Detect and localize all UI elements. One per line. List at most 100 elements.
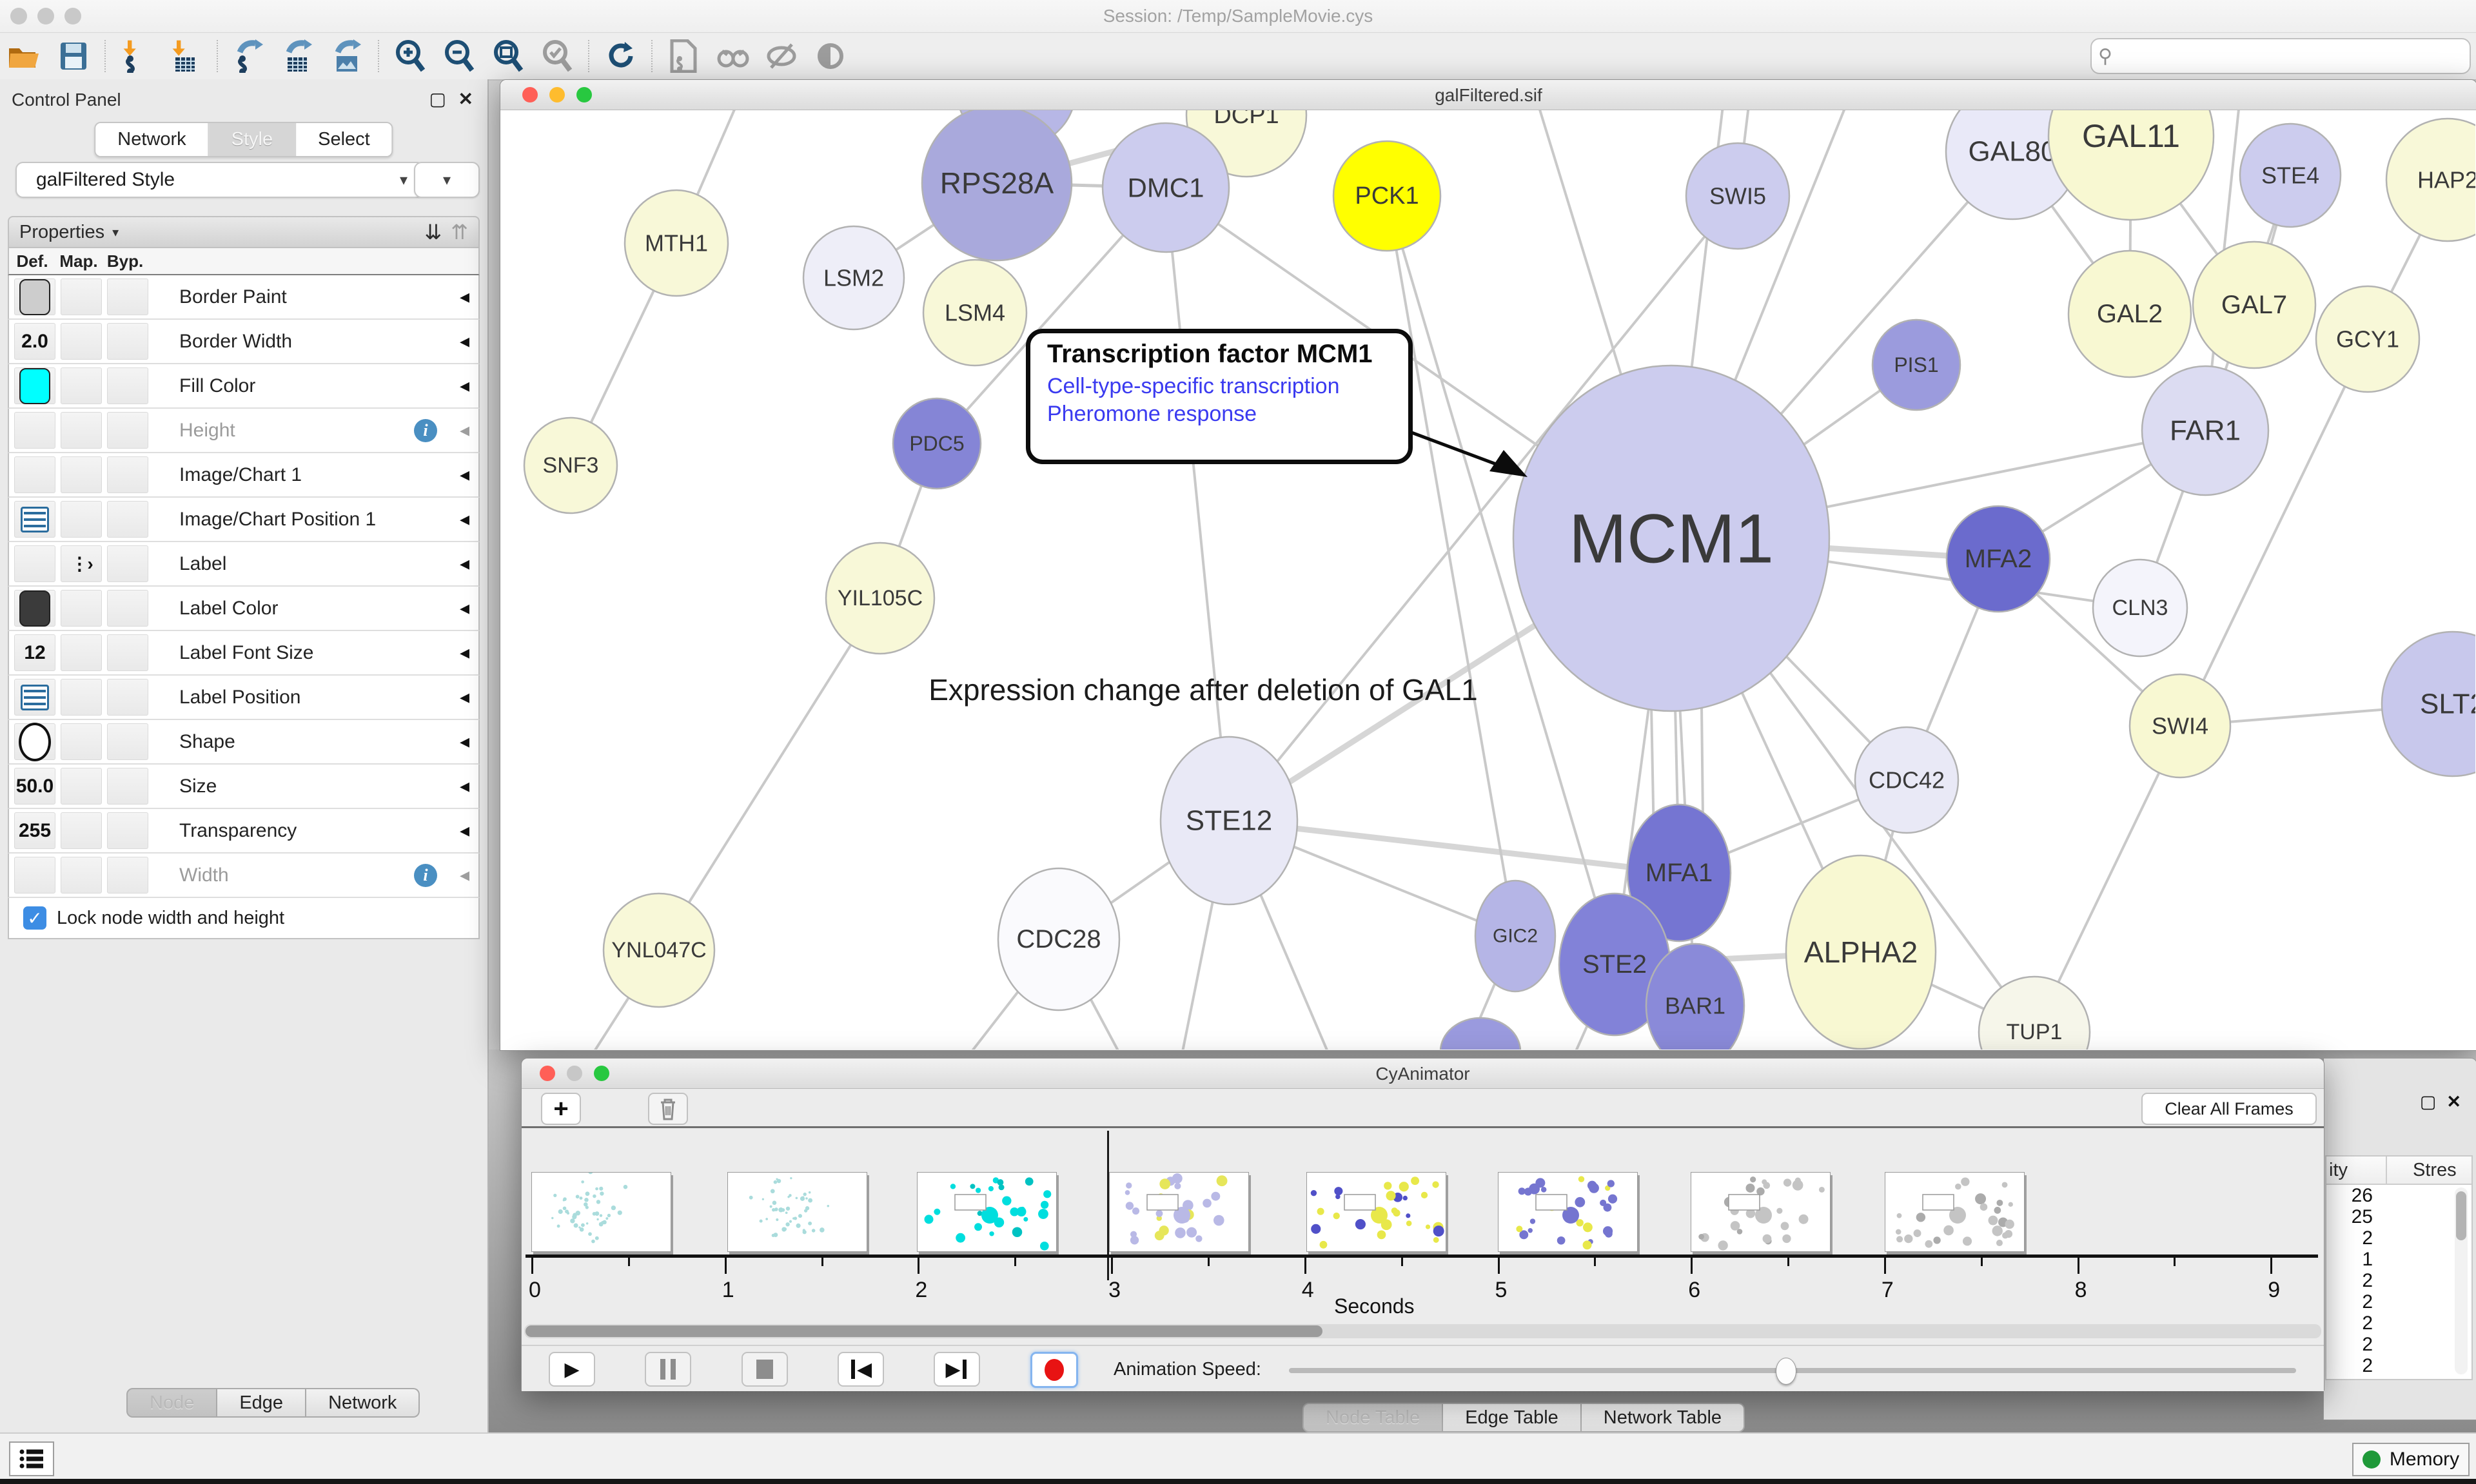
network-node-slt2[interactable]: SLT2 [2382,632,2475,776]
property-row[interactable]: Shape◂ [8,720,480,765]
timeline-frame-7[interactable] [1885,1172,2025,1252]
timeline-scrollbar[interactable] [524,1324,2321,1338]
default-value-cell[interactable] [14,857,55,893]
timeline-playhead[interactable] [1107,1131,1109,1280]
show-graphics-icon[interactable] [814,39,847,73]
property-row[interactable]: Border Paint◂ [8,275,480,320]
network-node-pck1[interactable]: PCK1 [1333,141,1440,251]
timeline-frame-5[interactable] [1498,1172,1638,1252]
tab-edge[interactable]: Edge [217,1388,306,1418]
tab-network[interactable]: Network [306,1388,420,1418]
zoom-out-icon[interactable] [442,39,476,73]
cyanimator-timeline[interactable]: 0123456789 Seconds [522,1128,2324,1322]
default-value-cell[interactable] [14,412,55,449]
open-session-icon[interactable] [8,39,41,73]
timeline-frame-0[interactable] [531,1172,671,1252]
table-scrollbar[interactable] [2455,1187,2468,1374]
network-node-gic2[interactable]: GIC2 [1475,881,1555,991]
network-node-alpha2[interactable]: ALPHA2 [1786,855,1936,1049]
network-node-cln3[interactable]: CLN3 [2093,560,2187,656]
network-window-titlebar[interactable]: galFiltered.sif [500,80,2476,110]
current-style-select[interactable]: galFiltered Style ▾ [15,162,424,198]
mapping-cell[interactable] [61,412,102,449]
mapping-cell[interactable] [61,812,102,849]
bypass-cell[interactable] [107,768,148,805]
network-edge[interactable] [1166,188,1229,821]
network-node-lsm4[interactable]: LSM4 [923,260,1027,366]
tab-style[interactable]: Style [210,123,296,156]
network-node-cdc28[interactable]: CDC28 [998,868,1119,1010]
mapping-cell[interactable]: ⋮› [61,545,102,582]
expand-row-icon[interactable]: ◂ [460,286,469,308]
table-row[interactable]: 2 [2326,1355,2471,1376]
bypass-cell[interactable] [107,679,148,716]
network-node-rps28a[interactable]: RPS28A [922,110,1072,260]
timeline-frame-1[interactable] [727,1172,867,1252]
save-session-icon[interactable] [57,39,90,73]
default-value-cell[interactable] [14,679,55,716]
collapse-all-icon[interactable]: ⇈ [451,220,468,244]
task-history-button[interactable] [9,1441,54,1476]
property-row[interactable]: Label Color◂ [8,587,480,631]
bypass-cell[interactable] [107,456,148,493]
timeline-frame-3[interactable] [1109,1172,1249,1252]
property-row[interactable]: 12Label Font Size◂ [8,631,480,676]
network-node-tup1[interactable]: TUP1 [1979,977,2090,1050]
network-node-swi4[interactable]: SWI4 [2130,674,2230,777]
scrollbar-thumb[interactable] [526,1325,1322,1337]
export-table-icon[interactable] [281,39,315,73]
tab-node[interactable]: Node [126,1388,217,1418]
bypass-cell[interactable] [107,323,148,360]
export-network-icon[interactable] [232,39,266,73]
import-table-icon[interactable] [169,39,202,73]
network-node-swi5[interactable]: SWI5 [1686,143,1789,249]
tab-select[interactable]: Select [296,123,392,156]
mapping-cell[interactable] [61,857,102,893]
bypass-cell[interactable] [107,501,148,538]
memory-button[interactable]: Memory [2352,1443,2470,1476]
network-node-ste12[interactable]: STE12 [1161,737,1297,904]
style-options-button[interactable]: ▾ [414,162,480,198]
expand-row-icon[interactable]: ◂ [460,419,469,442]
property-row[interactable]: Heighti◂ [8,409,480,453]
info-icon[interactable]: i [414,864,437,887]
network-node-yil105c[interactable]: YIL105C [826,543,934,654]
record-button[interactable] [1030,1352,1078,1388]
table-column-header[interactable]: Stres [2387,1160,2457,1181]
network-node-mth1[interactable]: MTH1 [625,190,728,296]
bypass-cell[interactable] [107,723,148,760]
property-row[interactable]: 255Transparency◂ [8,809,480,854]
default-value-cell[interactable] [14,367,55,404]
go-to-start-button[interactable]: ▶ [838,1352,884,1387]
expand-row-icon[interactable]: ◂ [460,864,469,886]
property-row[interactable]: ⋮›Label◂ [8,542,480,587]
bypass-cell[interactable] [107,278,148,315]
network-canvas[interactable]: DCP1RPS28ADMC1PCK1SWI5GAL80GAL11STE4HAP2… [500,110,2475,1050]
zoom-selected-icon[interactable] [540,39,574,73]
mapping-cell[interactable] [61,634,102,671]
slider-handle[interactable] [1776,1358,1796,1385]
network-node-snf3[interactable]: SNF3 [524,418,617,513]
close-panel-icon[interactable]: ✕ [2446,1092,2461,1112]
network-node-gal2[interactable]: GAL2 [2068,251,2191,377]
bypass-cell[interactable] [107,412,148,449]
default-value-cell[interactable] [14,545,55,582]
expand-row-icon[interactable]: ◂ [460,508,469,531]
expand-row-icon[interactable]: ◂ [460,597,469,620]
network-node-pdc5[interactable]: PDC5 [893,398,981,489]
network-node-gal7[interactable]: GAL7 [2193,242,2315,368]
bypass-cell[interactable] [107,367,148,404]
expand-row-icon[interactable]: ◂ [460,775,469,797]
mapping-cell[interactable] [61,723,102,760]
search-input[interactable]: ⚲ [2090,38,2471,74]
default-value-cell[interactable] [14,723,55,760]
table-row[interactable]: 2 [2326,1227,2471,1249]
delete-frame-button[interactable] [648,1093,688,1125]
network-node-ste4[interactable]: STE4 [2240,124,2341,227]
default-value-cell[interactable] [14,501,55,538]
default-value-cell[interactable] [14,456,55,493]
network-node-hap2[interactable]: HAP2 [2386,119,2475,241]
network-node-mfa2[interactable]: MFA2 [1947,506,2050,612]
hide-graphics-icon[interactable] [765,39,798,73]
tab-edge-table[interactable]: Edge Table [1443,1403,1582,1432]
